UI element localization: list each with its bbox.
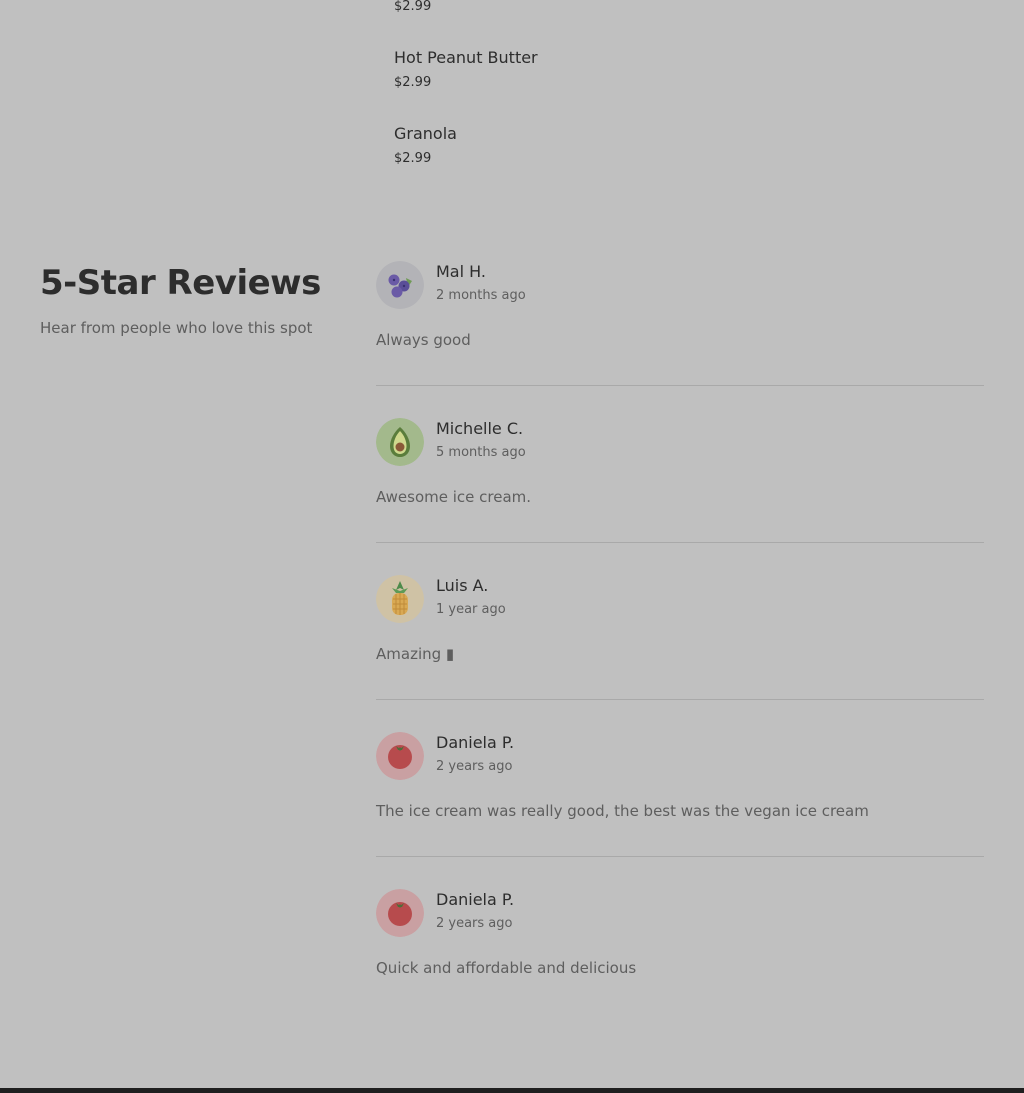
- review-text: Awesome ice cream.: [376, 488, 532, 506]
- review-text: The ice cream was really good, the best …: [376, 802, 869, 820]
- menu-item-price: $2.99: [394, 75, 432, 90]
- review-date: 2 years ago: [436, 759, 513, 774]
- menu-item-price: $2.99: [394, 0, 432, 14]
- pineapple-icon: [376, 575, 424, 623]
- review-date: 1 year ago: [436, 602, 506, 617]
- reviewer-name: Mal H.: [436, 262, 486, 281]
- menu-item[interactable]: Hot Peanut Butter $2.99: [394, 48, 894, 124]
- review-item: Daniela P. 2 years ago The ice cream was…: [376, 732, 984, 889]
- reviewer-name: Daniela P.: [436, 890, 515, 909]
- review-item: Michelle C. 5 months ago Awesome ice cre…: [376, 418, 984, 575]
- menu-item-name: Hot Peanut Butter: [394, 48, 538, 67]
- review-item: Daniela P. 2 years ago Quick and afforda…: [376, 889, 984, 1046]
- review-text: Amazing ▮: [376, 645, 455, 663]
- review-date: 2 months ago: [436, 288, 526, 303]
- reviewer-name: Daniela P.: [436, 733, 515, 752]
- review-date: 5 months ago: [436, 445, 526, 460]
- review-item: Mal H. 2 months ago Always good: [376, 261, 984, 418]
- reviewer-name: Michelle C.: [436, 419, 524, 438]
- reviewer-name: Luis A.: [436, 576, 489, 595]
- avocado-icon: [376, 418, 424, 466]
- blueberry-icon: [376, 261, 424, 309]
- review-date: 2 years ago: [436, 916, 513, 931]
- tomato-icon: [376, 732, 424, 780]
- menu-item[interactable]: Granola $2.99: [394, 124, 894, 200]
- menu-item[interactable]: $2.99: [394, 0, 894, 48]
- menu-item-name: Granola: [394, 124, 457, 143]
- review-text: Quick and affordable and delicious: [376, 959, 637, 977]
- footer-bar: [0, 1088, 1024, 1093]
- tomato-icon: [376, 889, 424, 937]
- reviews-section-title: 5-Star Reviews: [40, 263, 321, 303]
- review-text: Always good: [376, 331, 471, 349]
- menu-item-list: $2.99 Hot Peanut Butter $2.99 Granola $2…: [394, 0, 894, 200]
- reviews-section-subtitle: Hear from people who love this spot: [40, 319, 313, 337]
- review-item: Luis A. 1 year ago Amazing ▮: [376, 575, 984, 732]
- page: $2.99 Hot Peanut Butter $2.99 Granola $2…: [0, 0, 1024, 1093]
- reviews-list: Mal H. 2 months ago Always good Michelle…: [376, 261, 984, 1046]
- menu-item-price: $2.99: [394, 151, 432, 166]
